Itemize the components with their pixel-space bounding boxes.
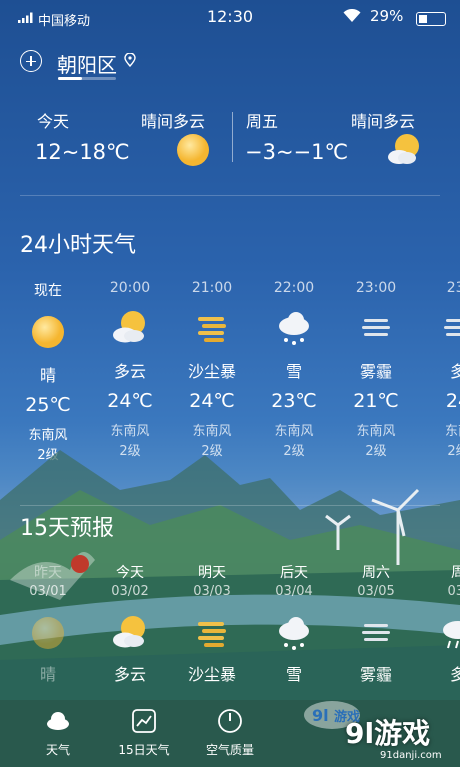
hour-temp: 24 — [445, 390, 460, 412]
snow-icon — [279, 617, 309, 650]
forecast-day: 后天 03/04 雪 — [254, 562, 334, 685]
forecast-date: 03/ — [447, 584, 460, 599]
daily-forecast-strip[interactable]: 昨天 03/01 晴 今天 03/02 多云 明天 03/03 沙尘暴 后天 03/04 雪 周六 03/… — [0, 562, 460, 692]
hour-time: 23: — [446, 280, 460, 296]
city-name[interactable]: 朝阳区 — [57, 49, 117, 78]
hour-temp: 21℃ — [353, 390, 399, 412]
forecast-day-label: 今天 — [116, 565, 144, 581]
nav-label: 15日天气 — [118, 743, 170, 757]
forecast-date: 03/04 — [275, 584, 313, 599]
battery-icon — [416, 12, 446, 26]
location-pin-icon — [124, 53, 136, 67]
nav-tab-air-quality[interactable]: 空气质量 — [190, 708, 270, 758]
forecast-day-label: 周 — [451, 565, 460, 581]
forecast-condition: 多 — [449, 665, 460, 684]
add-city-button[interactable] — [20, 50, 42, 72]
hour-temp: 24℃ — [107, 390, 153, 412]
hour-condition: 多云 — [113, 362, 146, 381]
gauge-icon — [218, 709, 242, 733]
hour-temp: 24℃ — [189, 390, 235, 412]
hour-time: 21:00 — [191, 280, 233, 296]
battery-percent: 29% — [370, 7, 404, 25]
forecast-day-label: 昨天 — [34, 565, 62, 581]
forecast-date: 03/03 — [193, 584, 231, 599]
wifi-icon — [343, 9, 361, 22]
divider — [232, 112, 233, 162]
friday-condition: 晴间多云 — [351, 112, 416, 131]
today-temp: 12~18℃ — [35, 140, 130, 164]
hour-time: 22:00 — [273, 280, 315, 296]
watermark-text: 9l游戏 — [345, 717, 431, 750]
forecast-condition: 沙尘暴 — [187, 665, 236, 684]
cloud-icon — [47, 712, 69, 730]
forecast-condition: 雪 — [285, 665, 302, 684]
sandstorm-icon — [198, 317, 226, 342]
sun-icon — [177, 134, 209, 166]
hour-condition: 雾霾 — [359, 362, 392, 381]
haze-icon — [362, 624, 390, 641]
forecast-day: 昨天 03/01 晴 — [8, 562, 88, 685]
hour-temp: 23℃ — [271, 390, 317, 412]
status-bar: 中国移动 12:30 29% — [0, 6, 460, 29]
forecast-day: 今天 03/02 多云 — [90, 562, 170, 685]
separator — [20, 195, 440, 196]
partly-cloudy-icon — [113, 616, 145, 648]
nav-label: 天气 — [45, 743, 70, 757]
hour-condition: 沙尘暴 — [187, 362, 236, 381]
forecast-day-label: 明天 — [198, 565, 226, 581]
forecast-day: 明天 03/03 沙尘暴 — [172, 562, 252, 685]
haze-icon — [444, 319, 460, 336]
forecast-day-label: 周六 — [362, 565, 390, 581]
sandstorm-icon — [198, 622, 226, 647]
hour-time: 20:00 — [109, 280, 151, 296]
partly-cloudy-icon — [113, 311, 145, 343]
forecast-condition: 晴 — [39, 665, 56, 684]
watermark-url: 91danji.com — [380, 750, 442, 761]
friday-label: 周五 — [246, 112, 279, 131]
partly-cloudy-icon — [388, 134, 419, 164]
forecast-date: 03/02 — [111, 584, 149, 599]
sun-icon — [32, 316, 64, 348]
snow-icon — [279, 312, 309, 345]
forecast-date: 03/05 — [357, 584, 395, 599]
today-label: 今天 — [37, 112, 70, 131]
nav-tab-15day[interactable]: 15日天气 — [104, 708, 184, 758]
hour-condition: 雪 — [285, 362, 302, 381]
hour-temp: 25℃ — [25, 394, 71, 416]
hourly-title: 24小时天气 — [20, 233, 136, 258]
svg-text:9l: 9l — [312, 706, 329, 725]
chart-icon — [132, 709, 156, 733]
forecast-date: 03/01 — [29, 584, 67, 599]
today-condition: 晴间多云 — [141, 112, 206, 131]
hour-time: 现在 — [34, 283, 62, 299]
hour-time: 23:00 — [355, 280, 397, 296]
forecast-condition: 雾霾 — [359, 665, 392, 684]
separator — [20, 505, 440, 506]
forecast-day: 周 03/多 — [418, 562, 460, 685]
nav-label: 空气质量 — [205, 743, 254, 757]
page-indicator — [58, 77, 116, 80]
nav-tab-weather[interactable]: 天气 — [18, 708, 98, 758]
friday-temp: −3~−1℃ — [245, 140, 349, 164]
forecast-title: 15天预报 — [20, 516, 114, 541]
rain-icon — [443, 621, 460, 649]
hour-condition: 多 — [449, 362, 460, 381]
hour-condition: 晴 — [39, 366, 56, 385]
forecast-day-label: 后天 — [280, 565, 308, 581]
haze-icon — [362, 319, 390, 336]
sun-icon — [32, 617, 64, 649]
forecast-condition: 多云 — [113, 665, 146, 684]
forecast-day: 周六 03/05 雾霾 — [336, 562, 416, 685]
